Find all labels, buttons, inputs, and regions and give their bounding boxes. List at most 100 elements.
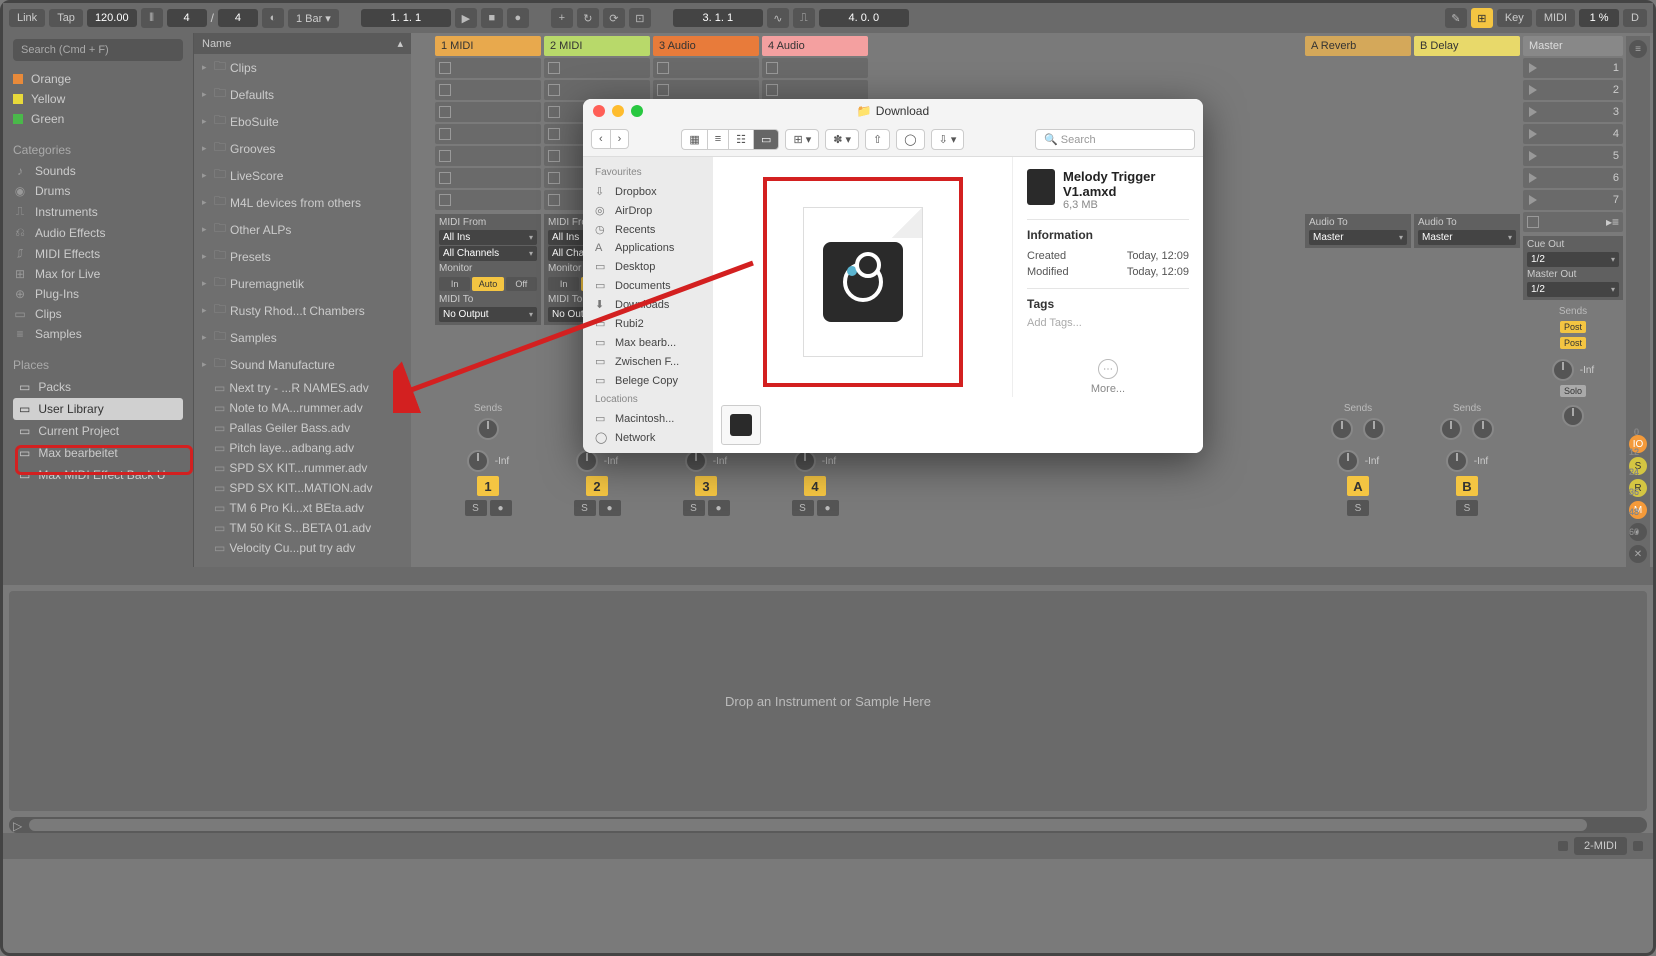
category-clips[interactable]: ▭ Clips bbox=[13, 304, 183, 324]
places-item-user library[interactable]: ▭ User Library bbox=[13, 398, 183, 420]
browser-folder[interactable]: ▸ 🗀 LiveScore bbox=[194, 162, 411, 189]
clip-slot[interactable] bbox=[544, 58, 650, 78]
browser-file[interactable]: ▭ TM 6 Pro Ki...xt BEta.adv bbox=[194, 498, 411, 518]
overdub-icon[interactable]: + bbox=[551, 8, 573, 28]
arrangement-position[interactable]: 1. 1. 1 bbox=[361, 9, 451, 27]
scrollbar-thumb[interactable] bbox=[29, 819, 1587, 831]
browser-file[interactable]: ▭ SPD SX KIT...rummer.adv bbox=[194, 458, 411, 478]
track-activator[interactable]: A bbox=[1347, 476, 1369, 496]
finder-sidebar-item[interactable]: ▭ Macintosh... bbox=[587, 409, 709, 428]
stop-all-slot[interactable]: ▸≡ bbox=[1523, 212, 1623, 232]
record-button[interactable]: ● bbox=[507, 8, 529, 28]
collection-tag-green[interactable]: Green bbox=[13, 109, 183, 129]
category-samples[interactable]: ≡ Samples bbox=[13, 324, 183, 344]
link-button[interactable]: Link bbox=[9, 9, 45, 27]
send-b-knob[interactable] bbox=[1472, 418, 1494, 440]
browser-file[interactable]: ▭ TM 50 Kit S...BETA 01.adv bbox=[194, 518, 411, 538]
file-preview-icon[interactable] bbox=[803, 207, 923, 357]
solo-cue-button[interactable]: Solo bbox=[1560, 385, 1586, 397]
browser-file[interactable]: ▭ Next try - ...R NAMES.adv bbox=[194, 378, 411, 398]
more-label[interactable]: More... bbox=[1027, 383, 1189, 395]
file-thumbnail[interactable] bbox=[721, 405, 761, 445]
key-button[interactable]: Key bbox=[1497, 9, 1532, 27]
timesig-den[interactable]: 4 bbox=[218, 9, 258, 27]
scroll-play-icon[interactable]: ▷ bbox=[13, 819, 22, 833]
back-button[interactable]: ‹ bbox=[591, 129, 610, 149]
tap-button[interactable]: Tap bbox=[49, 9, 83, 27]
browser-folder[interactable]: ▸ 🗀 Presets bbox=[194, 243, 411, 270]
expand-icon[interactable]: ▸ bbox=[202, 305, 210, 316]
finder-sidebar-item[interactable]: ▭ Documents bbox=[587, 276, 709, 295]
track-header[interactable]: A Reverb bbox=[1305, 36, 1411, 56]
monitor-off-button[interactable]: Off bbox=[506, 277, 537, 291]
scene-slot[interactable]: 4 bbox=[1523, 124, 1623, 144]
stop-button[interactable]: ■ bbox=[481, 8, 503, 28]
scene-slot[interactable]: 6 bbox=[1523, 168, 1623, 188]
solo-button[interactable]: S bbox=[574, 500, 596, 516]
device-drop-area[interactable]: Drop an Instrument or Sample Here bbox=[9, 591, 1647, 811]
collection-tag-orange[interactable]: Orange bbox=[13, 69, 183, 89]
pan-knob[interactable] bbox=[467, 450, 489, 472]
search-input[interactable]: Search (Cmd + F) bbox=[13, 39, 183, 61]
category-midi effects[interactable]: ⎎ MIDI Effects bbox=[13, 243, 183, 264]
midi-from-dropdown[interactable]: All Ins▾ bbox=[439, 230, 537, 245]
punch-out-icon[interactable]: ⎍ bbox=[793, 8, 815, 28]
column-view-button[interactable]: ☷ bbox=[728, 129, 753, 150]
finder-search-input[interactable]: 🔍 Search bbox=[1035, 129, 1195, 150]
loop-icon[interactable]: ⟳ bbox=[603, 8, 625, 28]
io-toggle-icon[interactable]: ≡ bbox=[1629, 40, 1647, 58]
places-item-packs[interactable]: ▭ Packs bbox=[13, 376, 183, 398]
finder-sidebar-item[interactable]: ◯ Network bbox=[587, 428, 709, 447]
places-item-max bearbeitet[interactable]: ▭ Max bearbeitet bbox=[13, 442, 183, 464]
monitor-in-button[interactable]: In bbox=[439, 277, 470, 291]
monitor-in-button[interactable]: In bbox=[548, 277, 579, 291]
add-tags-field[interactable]: Add Tags... bbox=[1027, 317, 1189, 329]
category-drums[interactable]: ◉ Drums bbox=[13, 181, 183, 201]
computer-midi-icon[interactable]: ⊞ bbox=[1471, 8, 1493, 28]
browser-folder[interactable]: ▸ 🗀 Grooves bbox=[194, 135, 411, 162]
track-header[interactable]: B Delay bbox=[1414, 36, 1520, 56]
browser-column-header[interactable]: Name▴ bbox=[194, 33, 411, 54]
clip-slot[interactable] bbox=[544, 80, 650, 100]
finder-sidebar-item[interactable]: ▭ Desktop bbox=[587, 257, 709, 276]
browser-folder[interactable]: ▸ 🗀 Clips bbox=[194, 54, 411, 81]
category-audio effects[interactable]: ⎌ Audio Effects bbox=[13, 222, 183, 243]
track-activator[interactable]: B bbox=[1456, 476, 1478, 496]
finder-sidebar-item[interactable]: A Applications bbox=[587, 239, 709, 257]
midi-track-indicator[interactable]: 2-MIDI bbox=[1574, 837, 1627, 855]
midi-map-button[interactable]: MIDI bbox=[1536, 9, 1575, 27]
finder-titlebar[interactable]: 📁 Download bbox=[583, 99, 1203, 122]
browser-file[interactable]: ▭ Pitch laye...adbang.adv bbox=[194, 438, 411, 458]
send-a-knob[interactable] bbox=[477, 418, 499, 440]
clip-slot[interactable] bbox=[435, 146, 541, 166]
track-header[interactable]: 4 Audio bbox=[762, 36, 868, 56]
audio-to-dropdown[interactable]: Master▾ bbox=[1309, 230, 1407, 245]
action-button[interactable]: ✽ ▾ bbox=[825, 129, 859, 150]
track-header[interactable]: 2 MIDI bbox=[544, 36, 650, 56]
clip-slot[interactable] bbox=[653, 80, 759, 100]
collection-tag-yellow[interactable]: Yellow bbox=[13, 89, 183, 109]
track-activator[interactable]: 1 bbox=[477, 476, 499, 496]
clip-slot[interactable] bbox=[435, 58, 541, 78]
scene-slot[interactable]: 1 bbox=[1523, 58, 1623, 78]
horizontal-scrollbar[interactable]: ▷ bbox=[9, 817, 1647, 833]
browser-folder[interactable]: ▸ 🗀 Samples bbox=[194, 324, 411, 351]
expand-icon[interactable]: ▸ bbox=[202, 278, 210, 289]
nudge-down-icon[interactable]: ◐ bbox=[262, 8, 284, 28]
clip-slot[interactable] bbox=[435, 124, 541, 144]
finder-sidebar-item[interactable]: ⇩ Dropbox bbox=[587, 182, 709, 201]
track-activator[interactable]: 3 bbox=[695, 476, 717, 496]
browser-folder[interactable]: ▸ 🗀 EboSuite bbox=[194, 108, 411, 135]
clip-slot[interactable] bbox=[435, 80, 541, 100]
icon-view-button[interactable]: ▦ bbox=[681, 129, 706, 150]
clip-slot[interactable] bbox=[435, 190, 541, 210]
finder-sidebar-item[interactable]: ⬇ Downloads bbox=[587, 295, 709, 314]
send-a-knob[interactable] bbox=[1331, 418, 1353, 440]
places-item-max midi effect back u[interactable]: ▭ Max MIDI Effect Back U bbox=[13, 464, 183, 486]
category-max for live[interactable]: ⊞ Max for Live bbox=[13, 264, 183, 284]
arm-button[interactable]: ● bbox=[817, 500, 839, 516]
master-out-dropdown[interactable]: 1/2▾ bbox=[1527, 282, 1619, 297]
tags-button[interactable]: ◯ bbox=[896, 129, 924, 150]
pan-knob[interactable] bbox=[794, 450, 816, 472]
clip-slot[interactable] bbox=[435, 102, 541, 122]
